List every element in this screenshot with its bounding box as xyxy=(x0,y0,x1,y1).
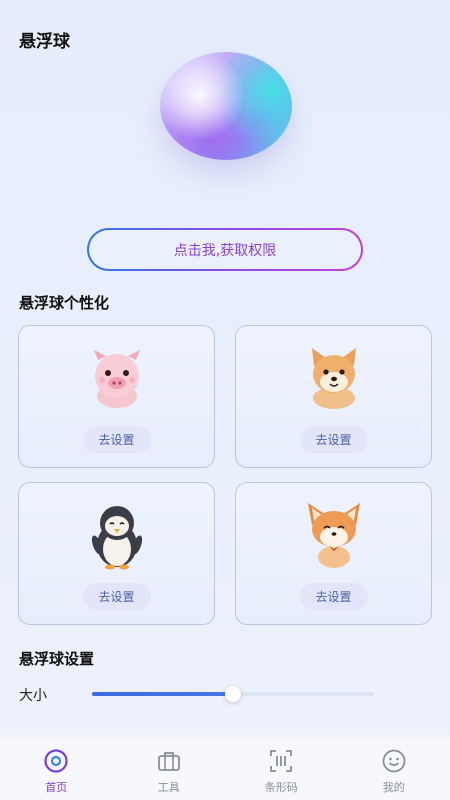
tab-mine-label: 我的 xyxy=(382,781,405,794)
get-permission-button[interactable]: 点击我,获取权限 xyxy=(87,228,363,271)
tab-barcode[interactable]: 条形码 xyxy=(225,737,338,800)
bottom-tab-bar: 首页 工具 条形码 我的 xyxy=(0,737,450,800)
size-slider-thumb[interactable] xyxy=(225,686,241,702)
tab-home[interactable]: 首页 xyxy=(0,737,113,800)
pet-card-penguin[interactable]: 去设置 xyxy=(18,482,215,625)
pet-set-button[interactable]: 去设置 xyxy=(82,583,151,610)
personalize-section-title: 悬浮球个性化 xyxy=(19,294,110,312)
size-label: 大小 xyxy=(19,688,47,704)
floating-ball-preview xyxy=(160,52,292,162)
pet-card-fox[interactable]: 去设置 xyxy=(235,482,432,625)
smiley-face-icon xyxy=(382,749,406,773)
get-permission-label: 点击我,获取权限 xyxy=(89,230,361,269)
pet-card-dog[interactable]: 去设置 xyxy=(235,325,432,468)
toolbox-icon xyxy=(157,752,180,771)
pet-card-pig[interactable]: 去设置 xyxy=(18,325,215,468)
tab-tools-label: 工具 xyxy=(157,781,180,794)
size-slider[interactable] xyxy=(92,686,374,702)
size-slider-fill xyxy=(92,692,233,696)
penguin-icon xyxy=(91,506,142,570)
pet-set-button[interactable]: 去设置 xyxy=(299,583,368,610)
page-title: 悬浮球 xyxy=(19,32,70,52)
tab-tools[interactable]: 工具 xyxy=(113,737,226,800)
tab-barcode-label: 条形码 xyxy=(264,781,298,794)
barcode-scan-icon xyxy=(270,750,293,772)
pig-icon xyxy=(93,350,140,408)
dog-icon xyxy=(311,348,356,409)
settings-section-title: 悬浮球设置 xyxy=(19,650,95,668)
tab-mine[interactable]: 我的 xyxy=(338,737,450,800)
pet-set-button[interactable]: 去设置 xyxy=(299,426,368,453)
tab-home-label: 首页 xyxy=(45,781,68,794)
floating-ball-orb xyxy=(160,52,292,160)
fox-icon xyxy=(307,503,360,568)
pet-set-button[interactable]: 去设置 xyxy=(82,426,151,453)
home-eye-icon xyxy=(44,749,68,773)
